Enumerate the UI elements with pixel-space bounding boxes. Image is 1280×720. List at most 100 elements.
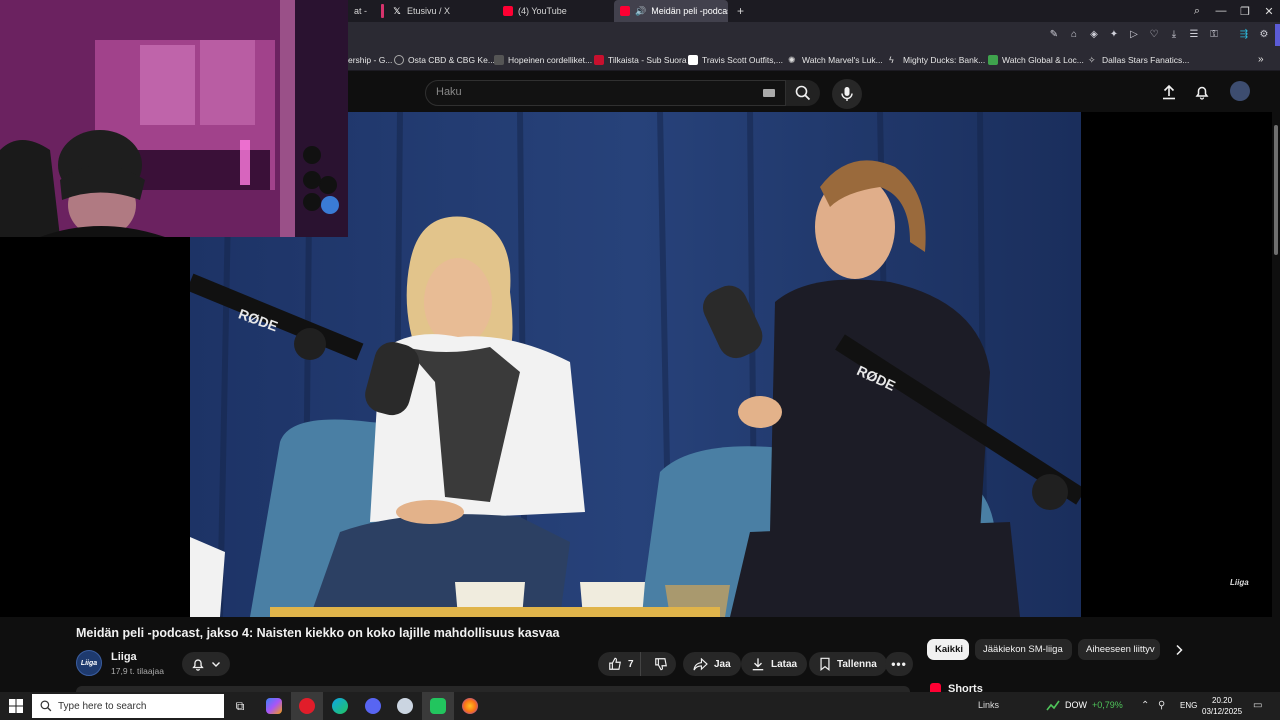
start-button[interactable] [0, 692, 32, 720]
screenshot-icon[interactable]: ✎ [1048, 29, 1060, 41]
bookmark-item[interactable]: Hopeinen cordelliket... [494, 52, 592, 67]
like-button[interactable]: 7 [598, 652, 641, 676]
bookmark-item[interactable]: ϟ Mighty Ducks: Bank... [889, 52, 985, 67]
thumbs-up-icon [609, 657, 621, 670]
stock-name: DOW [1065, 700, 1087, 710]
tab-youtube[interactable]: (4) YouTube [497, 0, 612, 22]
firefox-icon [462, 698, 478, 714]
taskbar-app-opera[interactable] [291, 692, 323, 720]
download-button[interactable]: Lataa [741, 652, 808, 676]
taskbar-app[interactable] [389, 692, 421, 720]
discord-icon [365, 698, 381, 714]
taskbar-search-input[interactable]: Type here to search [58, 701, 146, 712]
taskbar-app-firefox[interactable] [454, 692, 486, 720]
language-indicator[interactable]: ENG [1180, 701, 1197, 710]
extension-icon[interactable]: ✦ [1108, 29, 1120, 41]
search-button[interactable] [786, 80, 820, 106]
download-toolbar-icon[interactable]: ⤓ [1168, 29, 1180, 41]
shield-icon[interactable]: ◈ [1088, 29, 1100, 41]
stock-widget[interactable]: DOW +0,79% [1046, 699, 1123, 711]
menu-icon[interactable]: ☰ [1188, 29, 1200, 41]
camera-icon[interactable]: ⌂ [1068, 29, 1080, 41]
taskbar-app-edge[interactable] [324, 692, 356, 720]
chip-label: Aiheeseen liittyv [1086, 644, 1155, 655]
bookmark-item[interactable]: ership - G... [348, 52, 392, 67]
sidebar-toggle-icon[interactable]: ⇶ [1236, 29, 1252, 41]
chip-all[interactable]: Kaikki [927, 639, 969, 660]
tab-generic[interactable]: at - [348, 0, 370, 22]
star-icon: ✧ [1088, 54, 1096, 65]
share-label: Jaa [714, 658, 731, 670]
taskbar-search-box[interactable]: Type here to search [32, 694, 224, 718]
account-icon[interactable]: ⚿ [1208, 29, 1220, 41]
upload-icon[interactable] [1160, 83, 1178, 101]
chips-next-button[interactable] [1170, 641, 1188, 659]
subscriber-count: 17,9 t. tilaajaa [111, 666, 164, 676]
taskbar-app[interactable] [422, 692, 454, 720]
browser-toolbar: ✎ ⌂ ◈ ✦ ▷ ♡ ⤓ ☰ ⚿ ⇶ ⚙ [348, 22, 1280, 48]
share-button[interactable]: Jaa [683, 652, 741, 676]
like-count: 7 [628, 658, 634, 670]
search-tabs-icon[interactable]: ⌕ [1185, 0, 1209, 22]
tab-podcast-active[interactable]: 🔊 Meidän peli -podcast [614, 0, 728, 22]
clock-time: 20.20 [1212, 696, 1233, 705]
more-actions-button[interactable]: ••• [885, 652, 913, 676]
search-icon [40, 700, 52, 712]
bookmark-item[interactable]: ✧ Dallas Stars Fanatics... [1088, 52, 1189, 67]
network-icon[interactable]: ⚲ [1158, 700, 1165, 711]
taskbar-app-discord[interactable] [357, 692, 389, 720]
bookmarks-overflow-icon[interactable]: » [1258, 52, 1264, 67]
subscribed-notifications-button[interactable] [182, 652, 230, 676]
cog-icon: ✺ [788, 54, 796, 65]
bookmark-item[interactable]: Tilkaista - Sub Suora [594, 52, 687, 67]
notification-center-icon[interactable]: ▭ [1253, 700, 1262, 711]
tab-x-home[interactable]: 𝕏 Etusivu / X [386, 0, 496, 22]
save-button[interactable]: Tallenna [809, 652, 887, 676]
like-dislike-group: 7 [598, 652, 676, 676]
user-avatar[interactable] [1230, 81, 1250, 101]
webcam-overlay [0, 0, 348, 237]
download-label: Lataa [771, 658, 798, 670]
save-label: Tallenna [837, 658, 877, 670]
channel-avatar[interactable]: Liiga [76, 650, 102, 676]
search-input[interactable]: Haku [436, 86, 462, 98]
bookmark-item[interactable]: Travis Scott Outfits,... [688, 52, 783, 67]
heart-icon[interactable]: ♡ [1148, 29, 1160, 41]
dislike-button[interactable] [647, 657, 676, 671]
voice-search-button[interactable] [832, 79, 862, 109]
player-letterbox-right [1081, 112, 1280, 617]
stock-change: +0,79% [1092, 700, 1123, 710]
opera-icon [299, 698, 315, 714]
notifications-bell-icon[interactable] [1193, 83, 1211, 101]
scrollbar-thumb[interactable] [1274, 125, 1278, 255]
task-view-button[interactable]: ⧉ [224, 692, 256, 720]
chip-related[interactable]: Aiheeseen liittyv [1078, 639, 1160, 660]
bookmark-icon [820, 657, 830, 671]
green-app-icon [430, 698, 446, 714]
bookmark-label: Osta CBD & CBG Ke... [408, 54, 495, 65]
minimize-icon[interactable]: — [1209, 0, 1233, 22]
tray-overflow-icon[interactable]: ⌃ [1141, 700, 1149, 711]
bookmark-item[interactable]: Watch Global & Loc... [988, 52, 1084, 67]
tab-group-marker [381, 4, 384, 18]
bookmark-label: Tilkaista - Sub Suora [608, 54, 687, 65]
keyboard-icon[interactable] [763, 89, 775, 97]
restore-icon[interactable]: ❐ [1233, 0, 1257, 22]
bookmark-label: Watch Global & Loc... [1002, 54, 1084, 65]
chip-sm-liiga[interactable]: Jääkiekon SM-liiga [975, 639, 1072, 660]
new-tab-button[interactable]: + [731, 0, 747, 22]
bookmark-label: ership - G... [348, 54, 393, 65]
bookmark-item[interactable]: Osta CBD & CBG Ke... [394, 52, 495, 67]
share-arrow-icon [693, 657, 708, 670]
play-icon[interactable]: ▷ [1128, 29, 1140, 41]
chevron-down-icon [212, 662, 220, 667]
system-clock[interactable]: 20.20 03/12/2025 [1202, 695, 1242, 717]
tv-icon [594, 54, 604, 65]
close-icon[interactable]: ✕ [1257, 0, 1280, 22]
channel-name[interactable]: Liiga [111, 651, 137, 663]
bookmark-item[interactable]: ✺ Watch Marvel's Luk... [788, 52, 883, 67]
taskbar-app[interactable] [258, 692, 290, 720]
links-toolbar[interactable]: Links [978, 700, 999, 710]
search-box[interactable]: Haku [425, 80, 786, 106]
settings-icon[interactable]: ⚙ [1258, 29, 1270, 41]
